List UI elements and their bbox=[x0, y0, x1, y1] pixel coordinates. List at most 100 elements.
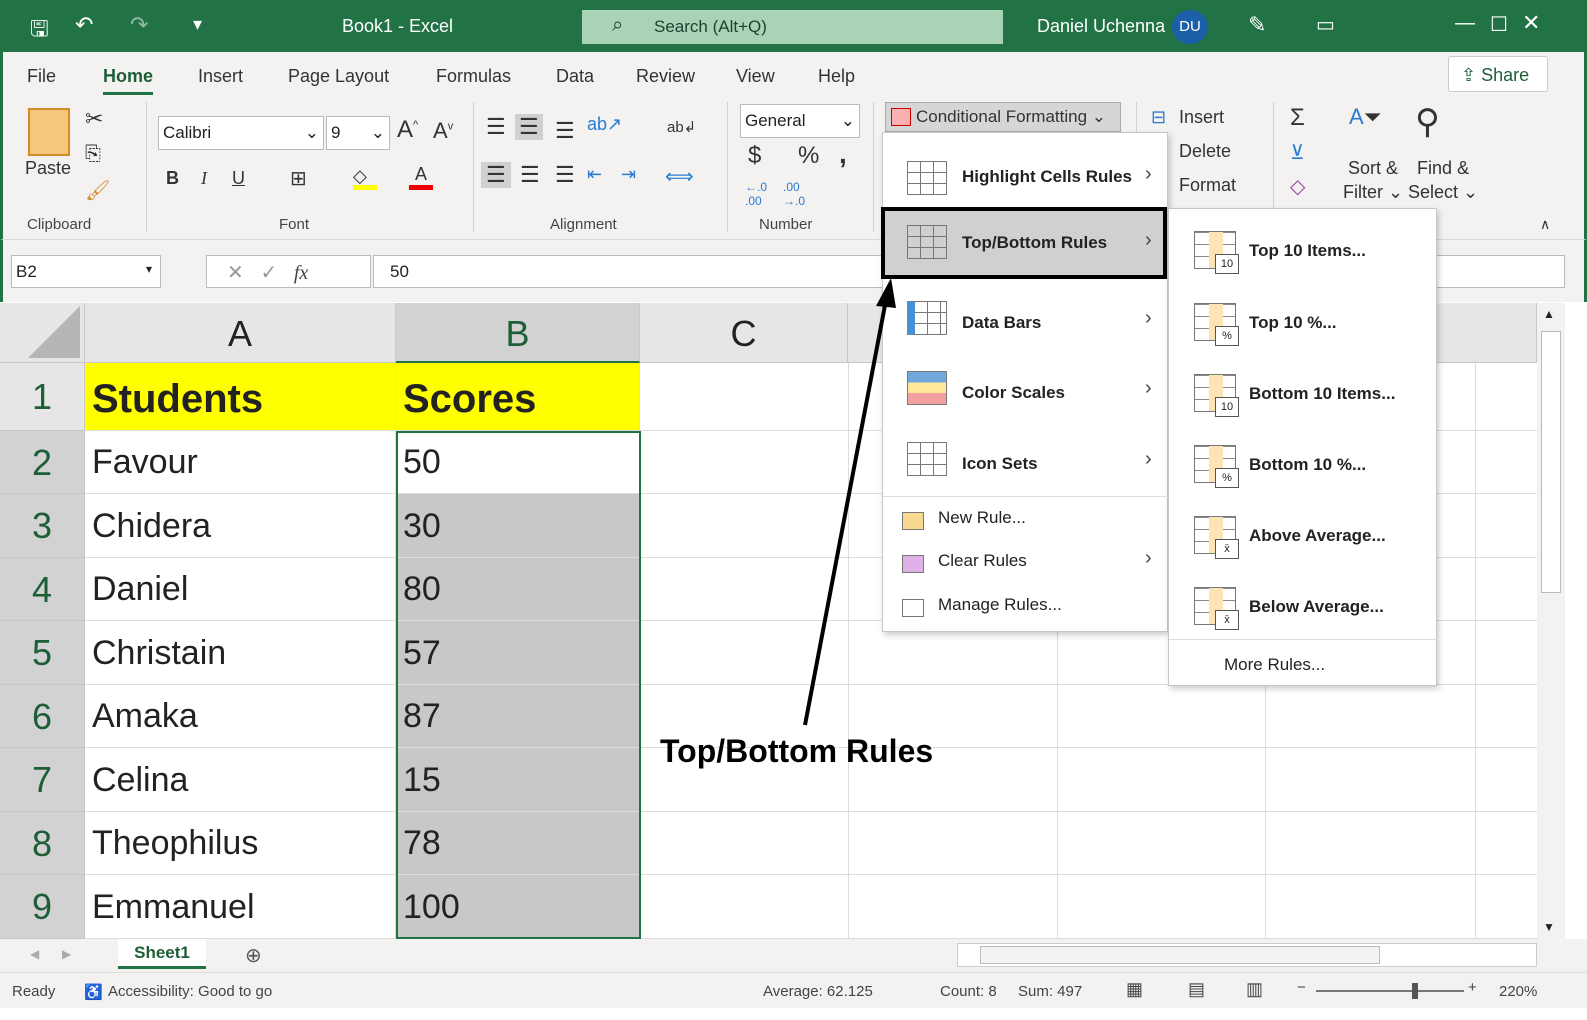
cancel-icon[interactable]: ✕ bbox=[227, 262, 244, 284]
share-button[interactable]: ⇪ Share bbox=[1448, 56, 1548, 92]
customize-qat-icon[interactable]: ▾ bbox=[193, 14, 202, 35]
cell-score[interactable]: 57 bbox=[396, 621, 640, 685]
font-size-select[interactable]: 9 ⌄ bbox=[326, 116, 390, 150]
zoom-out-icon[interactable]: − bbox=[1297, 979, 1306, 996]
zoom-slider[interactable] bbox=[1316, 983, 1464, 999]
font-color-icon[interactable]: A bbox=[409, 164, 433, 190]
menu-item-manage-rules[interactable]: Manage Rules... bbox=[883, 595, 1169, 625]
sheet-tab-sheet1[interactable]: Sheet1 bbox=[118, 939, 206, 969]
vertical-scrollbar[interactable]: ▲ ▼ bbox=[1537, 303, 1565, 939]
fill-color-icon[interactable]: ◇ bbox=[353, 166, 377, 190]
decrease-font-icon[interactable]: Av bbox=[433, 118, 453, 144]
row-header[interactable]: 9 bbox=[0, 875, 85, 939]
ribbon-display-icon[interactable]: ▭ bbox=[1316, 12, 1335, 37]
wrap-text-icon[interactable]: ab↲ bbox=[667, 118, 696, 136]
scroll-down-icon[interactable]: ▼ bbox=[1543, 920, 1555, 934]
avatar[interactable]: DU bbox=[1172, 10, 1208, 44]
conditional-formatting-button[interactable]: Conditional Formatting ⌄ bbox=[885, 102, 1121, 132]
orientation-icon[interactable]: ab↗ bbox=[587, 114, 622, 135]
cell-b1[interactable]: Scores bbox=[396, 363, 640, 431]
zoom-level[interactable]: 220% bbox=[1499, 983, 1537, 1000]
row-header[interactable]: 8 bbox=[0, 812, 85, 875]
name-box[interactable]: B2 ▾ bbox=[11, 255, 161, 288]
row-header[interactable]: 2 bbox=[0, 431, 85, 494]
row-header[interactable]: 3 bbox=[0, 494, 85, 558]
redo-icon[interactable]: ↷ bbox=[130, 12, 148, 38]
submenu-item[interactable]: % Bottom 10 %... bbox=[1169, 443, 1438, 503]
horizontal-scrollbar[interactable] bbox=[957, 943, 1537, 967]
cell-score[interactable]: 15 bbox=[396, 748, 640, 812]
row-header[interactable]: 6 bbox=[0, 685, 85, 748]
cell-score[interactable]: 30 bbox=[396, 494, 640, 558]
coauthor-icon[interactable]: ✎ bbox=[1248, 12, 1266, 38]
cell-student[interactable]: Favour bbox=[85, 431, 396, 494]
close-icon[interactable]: ✕ bbox=[1522, 10, 1540, 36]
prev-sheet-icon[interactable]: ◀ bbox=[30, 947, 39, 961]
tab-home[interactable]: Home bbox=[103, 66, 154, 95]
percent-button[interactable]: % bbox=[798, 142, 819, 170]
cell-student[interactable]: Amaka bbox=[85, 685, 396, 748]
format-cells-button[interactable]: Format bbox=[1179, 175, 1236, 196]
zoom-in-icon[interactable]: + bbox=[1468, 979, 1477, 996]
enter-icon[interactable]: ✓ bbox=[260, 262, 277, 284]
normal-view-icon[interactable]: ▦ bbox=[1126, 979, 1143, 1000]
format-painter-icon[interactable]: 🖌 bbox=[85, 178, 110, 203]
find-select-button[interactable]: Find & Select ⌄ bbox=[1408, 156, 1478, 204]
minimize-icon[interactable]: — bbox=[1455, 12, 1475, 35]
bottom-align-icon[interactable]: ☰ bbox=[555, 118, 575, 144]
submenu-item[interactable]: x̄ Above Average... bbox=[1169, 514, 1438, 574]
tab-view[interactable]: View bbox=[736, 66, 775, 87]
tab-formulas[interactable]: Formulas bbox=[436, 66, 511, 87]
middle-align-icon[interactable]: ☰ bbox=[515, 114, 543, 140]
row-header[interactable]: 4 bbox=[0, 558, 85, 621]
row-header[interactable]: 5 bbox=[0, 621, 85, 685]
tab-help[interactable]: Help bbox=[818, 66, 855, 87]
cell-score[interactable]: 100 bbox=[396, 875, 640, 939]
italic-button[interactable]: I bbox=[201, 168, 207, 189]
cell-student[interactable]: Emmanuel bbox=[85, 875, 396, 939]
menu-item-data-bars[interactable]: Data Bars › bbox=[883, 285, 1169, 355]
cell-score[interactable]: 80 bbox=[396, 558, 640, 621]
h-scroll-thumb[interactable] bbox=[980, 946, 1380, 964]
cell-score[interactable]: 87 bbox=[396, 685, 640, 748]
comma-button[interactable]: , bbox=[839, 138, 847, 170]
tab-page-layout[interactable]: Page Layout bbox=[288, 66, 389, 87]
submenu-item[interactable]: 10 Top 10 Items... bbox=[1169, 229, 1438, 289]
tab-data[interactable]: Data bbox=[556, 66, 594, 87]
save-icon[interactable]: 🖫 bbox=[30, 12, 49, 50]
cell-student[interactable]: Theophilus bbox=[85, 812, 396, 875]
row-header[interactable]: 7 bbox=[0, 748, 85, 812]
currency-button[interactable]: $ bbox=[748, 142, 761, 170]
scroll-thumb[interactable] bbox=[1541, 331, 1561, 593]
menu-item-color-scales[interactable]: Color Scales › bbox=[883, 355, 1169, 425]
menu-item-clear-rules[interactable]: Clear Rules › bbox=[883, 547, 1169, 581]
insert-function-icon[interactable]: fx bbox=[294, 262, 308, 284]
cell-student[interactable]: Chidera bbox=[85, 494, 396, 558]
menu-item-highlight-cells-rules[interactable]: Highlight Cells Rules › bbox=[883, 143, 1169, 213]
cell-student[interactable]: Celina bbox=[85, 748, 396, 812]
cell-score[interactable]: 78 bbox=[396, 812, 640, 875]
sort-filter-button[interactable]: Sort & Filter ⌄ bbox=[1343, 156, 1403, 204]
paste-icon[interactable] bbox=[28, 108, 70, 156]
clear-icon[interactable]: ◇ bbox=[1290, 174, 1305, 199]
next-sheet-icon[interactable]: ▶ bbox=[62, 947, 71, 961]
fill-icon[interactable]: ⊻ bbox=[1290, 140, 1305, 165]
collapse-ribbon-icon[interactable]: ∧ bbox=[1540, 216, 1550, 233]
cut-icon[interactable]: ✂ bbox=[85, 106, 103, 132]
accessibility-status[interactable]: Accessibility: Good to go bbox=[108, 983, 272, 1000]
page-break-icon[interactable]: ▥ bbox=[1246, 979, 1263, 1000]
paste-button[interactable]: Paste bbox=[25, 158, 71, 179]
decrease-indent-icon[interactable]: ⇤ bbox=[587, 164, 602, 185]
cell-student[interactable]: Christain bbox=[85, 621, 396, 685]
select-all-button[interactable] bbox=[0, 303, 85, 363]
increase-font-icon[interactable]: A^ bbox=[397, 116, 418, 144]
merge-center-icon[interactable]: ⟺ bbox=[665, 164, 694, 189]
menu-item-icon-sets[interactable]: Icon Sets › bbox=[883, 426, 1169, 496]
search-box[interactable]: ⌕ Search (Alt+Q) bbox=[582, 10, 1003, 44]
delete-cells-button[interactable]: Delete bbox=[1179, 141, 1231, 162]
tab-file[interactable]: File bbox=[27, 66, 56, 87]
increase-indent-icon[interactable]: ⇥ bbox=[621, 164, 636, 185]
insert-cells-button[interactable]: Insert bbox=[1179, 107, 1224, 128]
copy-icon[interactable]: ⎘ bbox=[85, 143, 101, 166]
decrease-decimal-icon[interactable]: .00 →.0 bbox=[783, 180, 805, 208]
